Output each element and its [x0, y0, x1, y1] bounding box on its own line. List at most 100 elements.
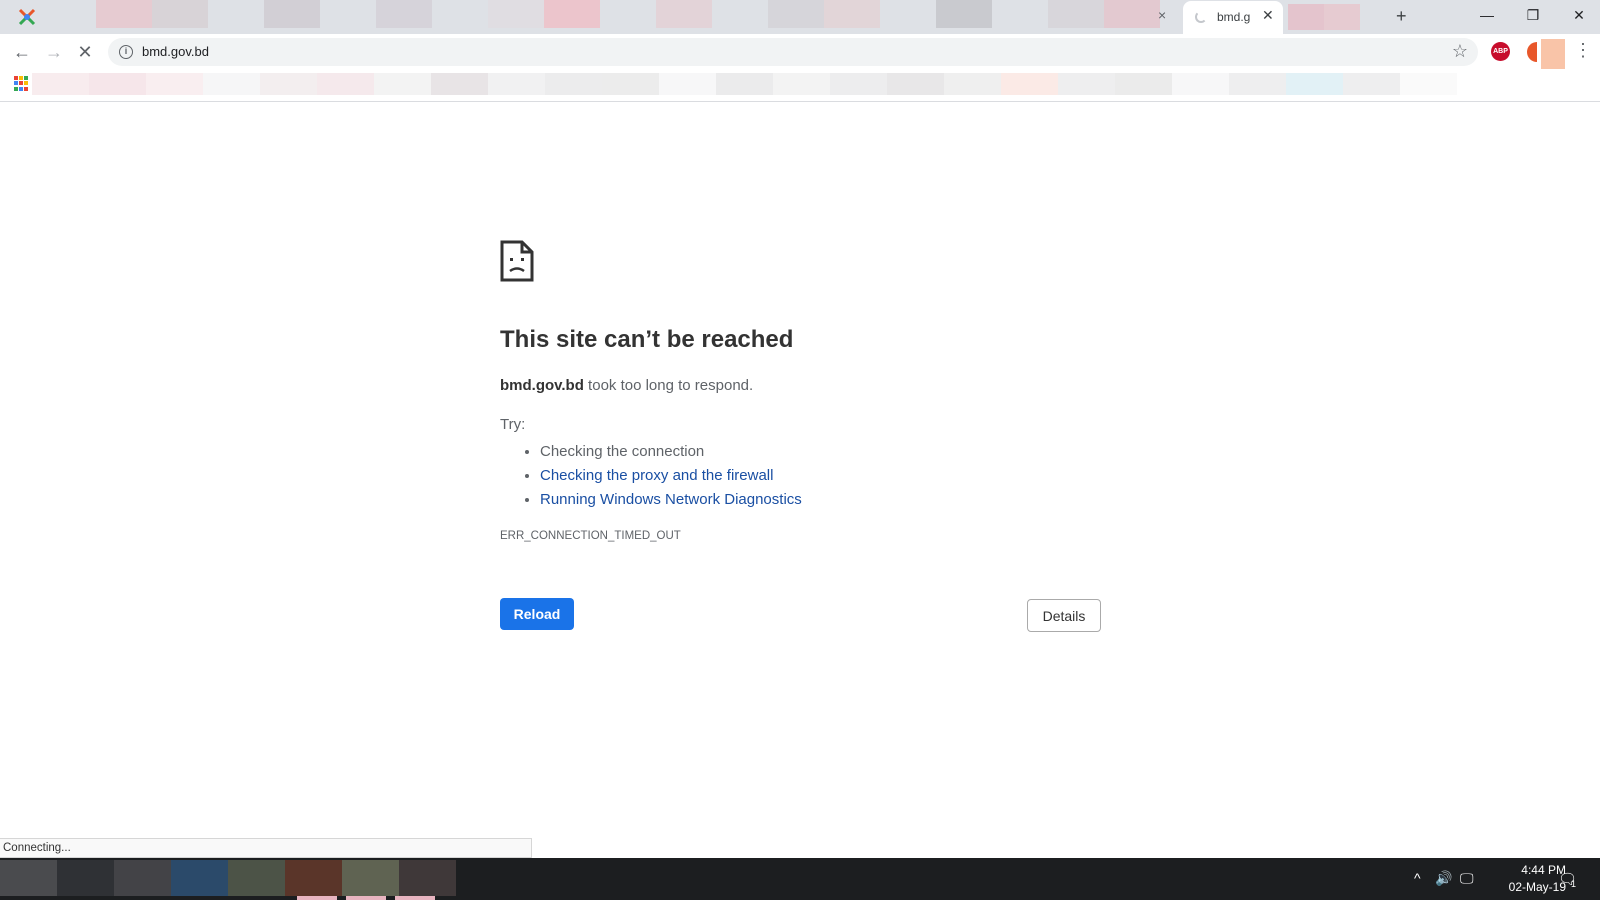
url-text[interactable]: bmd.gov.bd [142, 44, 209, 59]
blurred-tab[interactable] [880, 0, 936, 28]
suggestion-network-diagnostics-link[interactable]: Running Windows Network Diagnostics [540, 491, 802, 508]
taskbar-app[interactable] [57, 860, 114, 896]
network-icon[interactable]: 🖵 [1460, 870, 1474, 887]
error-page: This site can’t be reached bmd.gov.bd to… [0, 102, 1600, 858]
blurred-tab[interactable] [600, 0, 656, 28]
app-logo-icon [18, 8, 36, 26]
details-button[interactable]: Details [1027, 599, 1101, 632]
blurred-tab[interactable] [264, 0, 320, 28]
bookmark-item[interactable] [830, 73, 887, 95]
blurred-tabs[interactable] [40, 0, 1216, 28]
profile-avatar[interactable] [1541, 39, 1565, 69]
error-host: bmd.gov.bd [500, 377, 584, 394]
taskbar-app[interactable] [171, 860, 228, 896]
blurred-tab[interactable] [992, 0, 1048, 28]
blurred-tab[interactable] [96, 0, 152, 28]
bookmark-item[interactable] [1343, 73, 1400, 95]
blurred-tab[interactable] [1324, 4, 1360, 30]
bookmark-item[interactable] [659, 73, 716, 95]
blurred-tab[interactable] [1288, 4, 1324, 30]
blurred-tab[interactable] [824, 0, 880, 28]
active-indicator [346, 896, 386, 900]
blurred-tab[interactable] [1048, 0, 1104, 28]
back-arrow-icon[interactable]: ← [9, 39, 35, 65]
bookmark-item[interactable] [716, 73, 773, 95]
blurred-tab[interactable] [488, 0, 544, 28]
apps-dot [14, 76, 18, 80]
blurred-tab[interactable] [40, 0, 96, 28]
blurred-tab[interactable] [376, 0, 432, 28]
bookmark-item[interactable] [146, 73, 203, 95]
bookmark-item[interactable] [1229, 73, 1286, 95]
taskbar-app[interactable] [114, 860, 171, 896]
bookmark-item[interactable] [1400, 73, 1457, 95]
minimize-icon[interactable]: — [1464, 0, 1510, 30]
forward-arrow-icon[interactable]: → [41, 39, 67, 65]
bookmark-item[interactable] [1172, 73, 1229, 95]
bookmark-item[interactable] [944, 73, 1001, 95]
taskbar-apps[interactable] [0, 860, 456, 896]
bookmark-item[interactable] [602, 73, 659, 95]
browser-menu-icon[interactable]: ⋮ [1574, 40, 1592, 61]
site-info-icon[interactable]: i [119, 45, 133, 59]
blurred-tab[interactable] [320, 0, 376, 28]
bookmark-item[interactable] [260, 73, 317, 95]
bookmark-item[interactable] [1286, 73, 1343, 95]
bookmark-item[interactable] [374, 73, 431, 95]
volume-icon[interactable]: 🔊 [1435, 870, 1452, 887]
blurred-tab[interactable] [432, 0, 488, 28]
taskbar-app[interactable] [228, 860, 285, 896]
bookmark-item[interactable] [431, 73, 488, 95]
clock[interactable]: 4:44 PM 02-May-19 [1478, 862, 1566, 896]
window-close-icon[interactable]: ✕ [1556, 0, 1600, 30]
taskbar-app[interactable] [399, 860, 456, 896]
blurred-tab[interactable] [1104, 0, 1160, 28]
bookmark-item[interactable] [203, 73, 260, 95]
adblock-plus-icon[interactable]: ABP [1491, 42, 1510, 61]
tab-close-icon[interactable]: ✕ [1262, 7, 1274, 24]
new-tab-button[interactable]: + [1396, 6, 1407, 27]
inactive-tab-close-icon[interactable]: × [1158, 7, 1166, 23]
blurred-tab[interactable] [768, 0, 824, 28]
blurred-tab[interactable] [208, 0, 264, 28]
reload-button[interactable]: Reload [500, 598, 574, 630]
apps-dot [24, 86, 28, 91]
apps-grid-icon[interactable] [14, 76, 29, 91]
bookmark-item[interactable] [773, 73, 830, 95]
active-tab[interactable]: bmd.g ✕ [1183, 1, 1283, 34]
bookmark-item[interactable] [488, 73, 545, 95]
tray-chevron-icon[interactable]: ^ [1414, 870, 1421, 886]
suggestion-item: Checking the connection [540, 440, 802, 464]
taskbar-app[interactable] [342, 860, 399, 896]
bookmark-item[interactable] [545, 73, 602, 95]
error-description: bmd.gov.bd took too long to respond. [500, 377, 753, 394]
clock-date: 02-May-19 [1508, 880, 1566, 894]
taskbar-app[interactable] [285, 860, 342, 896]
blurred-right-tab[interactable] [1288, 4, 1398, 30]
bookmark-item[interactable] [89, 73, 146, 95]
bookmark-star-icon[interactable]: ☆ [1452, 41, 1468, 62]
apps-dot [19, 76, 23, 80]
address-bar[interactable]: i bmd.gov.bd ☆ [108, 38, 1478, 66]
blurred-tab[interactable] [656, 0, 712, 28]
bookmark-item[interactable] [32, 73, 89, 95]
restore-icon[interactable]: ❐ [1510, 0, 1556, 30]
suggestion-proxy-firewall-link[interactable]: Checking the proxy and the firewall [540, 467, 773, 484]
blurred-tab[interactable] [1360, 4, 1396, 30]
bookmark-item[interactable] [1001, 73, 1058, 95]
status-bubble: Connecting... [0, 838, 532, 858]
bookmark-item[interactable] [1115, 73, 1172, 95]
blurred-tab[interactable] [712, 0, 768, 28]
blurred-tab[interactable] [544, 0, 600, 28]
bookmark-item[interactable] [1058, 73, 1115, 95]
extension-icon[interactable] [1527, 42, 1537, 62]
bookmark-item[interactable] [317, 73, 374, 95]
blurred-tab[interactable] [936, 0, 992, 28]
bookmark-item[interactable] [887, 73, 944, 95]
blurred-bookmarks[interactable] [32, 73, 1457, 95]
taskbar-app[interactable] [0, 860, 57, 896]
stop-loading-icon[interactable]: ✕ [72, 39, 98, 65]
blurred-tab[interactable] [152, 0, 208, 28]
tab-title: bmd.g [1217, 10, 1251, 24]
active-indicator [297, 896, 337, 900]
